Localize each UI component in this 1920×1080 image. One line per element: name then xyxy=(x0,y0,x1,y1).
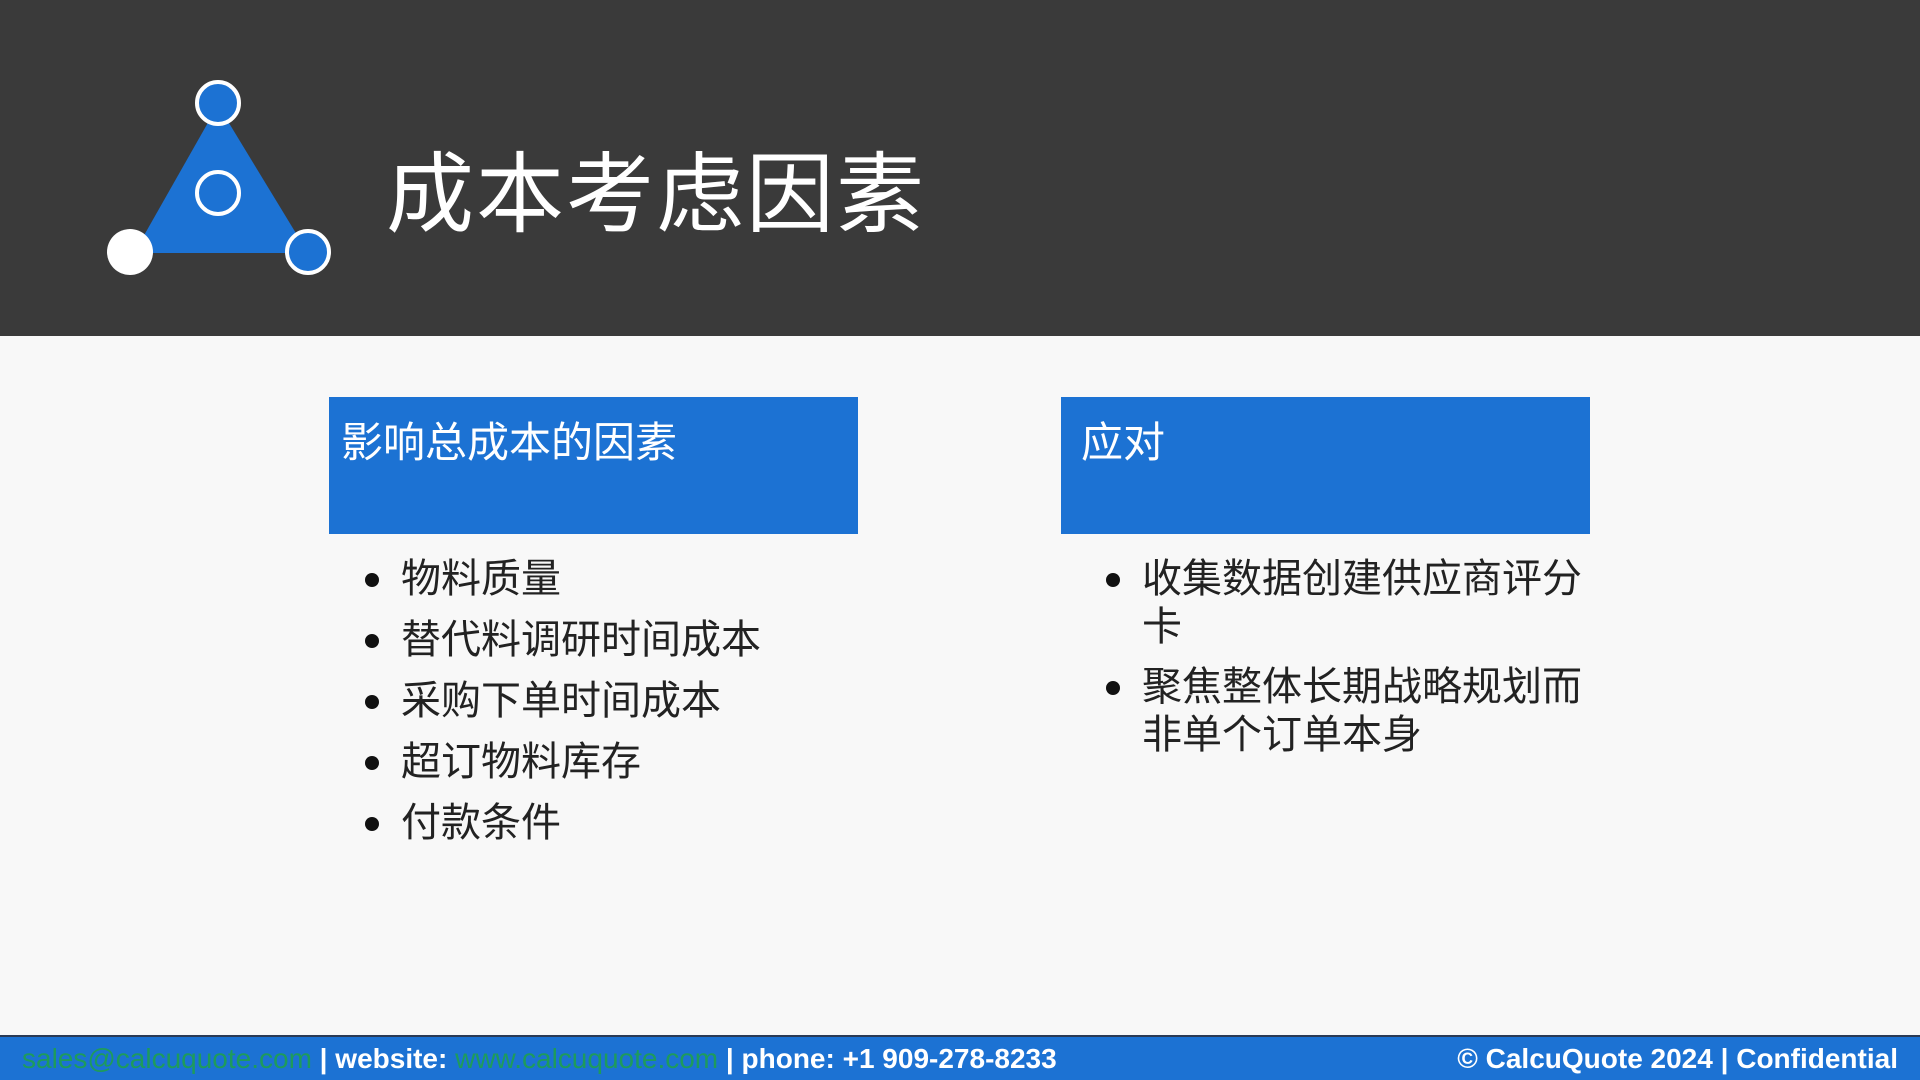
bullet-icon xyxy=(365,817,379,831)
list-item-text: 替代料调研时间成本 xyxy=(401,617,761,663)
triangle-network-logo-icon xyxy=(107,80,331,275)
footer-bar: sales@calcuquote.com | website: www.calc… xyxy=(0,1035,1920,1080)
phone-text: | phone: +1 909-278-8233 xyxy=(718,1043,1057,1074)
list-item: 付款条件 xyxy=(365,799,825,847)
title-banner: 成本考虑因素 xyxy=(0,0,1920,336)
bullet-icon xyxy=(1106,573,1120,587)
list-item: 采购下单时间成本 xyxy=(365,677,825,725)
list-item-text: 聚焦整体长期战略规划而非单个订单本身 xyxy=(1142,664,1582,758)
bullet-icon xyxy=(365,634,379,648)
response-list: 收集数据创建供应商评分卡 聚焦整体长期战略规划而非单个订单本身 xyxy=(1106,555,1596,771)
list-item-text: 付款条件 xyxy=(401,800,561,846)
bullet-icon xyxy=(365,756,379,770)
list-item: 替代料调研时间成本 xyxy=(365,616,825,664)
left-column-heading: 影响总成本的因素 xyxy=(329,397,858,534)
list-item-text: 物料质量 xyxy=(401,556,561,602)
list-item-text: 超订物料库存 xyxy=(401,739,641,785)
list-item: 物料质量 xyxy=(365,555,825,603)
cost-factors-list: 物料质量 替代料调研时间成本 采购下单时间成本 超订物料库存 付款条件 xyxy=(365,555,825,860)
contact-info: sales@calcuquote.com | website: www.calc… xyxy=(22,1037,1057,1080)
right-column-heading: 应对 xyxy=(1061,397,1590,534)
list-item: 超订物料库存 xyxy=(365,738,825,786)
list-item: 聚焦整体长期战略规划而非单个订单本身 xyxy=(1106,663,1596,759)
slide-title: 成本考虑因素 xyxy=(386,143,927,246)
list-item: 收集数据创建供应商评分卡 xyxy=(1106,555,1596,651)
website-label: | website: xyxy=(311,1043,456,1074)
bullet-icon xyxy=(1106,681,1120,695)
bullet-icon xyxy=(365,695,379,709)
bullet-icon xyxy=(365,573,379,587)
email-link[interactable]: sales@calcuquote.com xyxy=(22,1043,312,1074)
copyright-text: © CalcuQuote 2024 | Confidential xyxy=(1457,1043,1898,1074)
list-item-text: 采购下单时间成本 xyxy=(401,678,721,724)
website-link[interactable]: www.calcuquote.com xyxy=(455,1043,718,1074)
list-item-text: 收集数据创建供应商评分卡 xyxy=(1142,556,1582,650)
